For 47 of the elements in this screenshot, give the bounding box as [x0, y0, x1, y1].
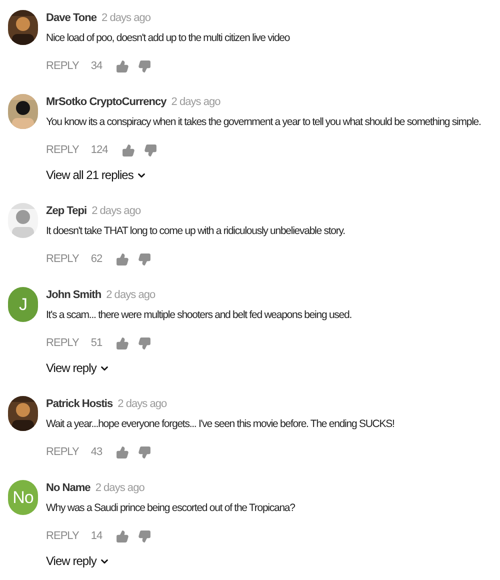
author-name[interactable]: No Name: [46, 480, 90, 496]
author-name[interactable]: Dave Tone: [46, 10, 96, 26]
thumbs-up-icon[interactable]: [116, 446, 130, 458]
avatar: J: [8, 287, 38, 322]
thumbs-up-icon[interactable]: [116, 336, 130, 350]
thumbs-up-icon[interactable]: [122, 144, 135, 156]
like-count: 62: [90, 252, 102, 267]
reply-button[interactable]: REPLY: [46, 250, 79, 268]
reply-button[interactable]: REPLY: [46, 334, 79, 352]
comment-text: It doesn't take THAT long to come up with a ridiculously unbelievable story.: [46, 224, 345, 239]
thumbs-down-icon[interactable]: [138, 336, 152, 350]
author-name[interactable]: Zep Tepi: [46, 203, 87, 220]
like-count: 34: [90, 58, 102, 74]
author-name[interactable]: MrSotko CryptoCurrency: [46, 94, 166, 110]
view-replies-link[interactable]: View reply: [46, 553, 295, 569]
comment-text: You know its a conspiracy when it takes the government a year to tell you what should be something simple.: [46, 115, 481, 130]
comment-text: Nice load of poo, doesn't add up to the multi citizen live video: [46, 31, 290, 46]
avatar: No: [8, 480, 38, 515]
like-count: 124: [90, 142, 108, 158]
thumbs-down-icon[interactable]: [138, 530, 152, 542]
thumbs-down-icon[interactable]: [138, 252, 152, 266]
thumbs-down-icon[interactable]: [138, 446, 152, 458]
like-count: 51: [90, 336, 102, 351]
thumbs-up-icon[interactable]: [116, 530, 130, 542]
thumbs-down-icon[interactable]: [144, 144, 157, 156]
comment-time[interactable]: 2 days ago: [102, 10, 151, 26]
comment-time[interactable]: 2 days ago: [95, 480, 144, 496]
comment-time[interactable]: 2 days ago: [171, 94, 220, 110]
like-count: 43: [90, 444, 102, 460]
like-count: 14: [90, 528, 102, 544]
comment-time[interactable]: 2 days ago: [106, 287, 156, 304]
view-replies-link[interactable]: View all 21 replies: [46, 167, 481, 183]
reply-button[interactable]: REPLY: [46, 444, 79, 460]
reply-button[interactable]: REPLY: [46, 58, 79, 74]
reply-button[interactable]: REPLY: [46, 528, 79, 544]
comment-text: Why was a Saudi prince being escorted out of the Tropicana?: [46, 501, 295, 516]
author-name[interactable]: Patrick Hostis: [46, 396, 113, 412]
thumbs-down-icon[interactable]: [138, 60, 152, 72]
view-replies-link[interactable]: View reply: [46, 360, 352, 376]
author-name[interactable]: John Smith: [46, 287, 102, 304]
comment-time[interactable]: 2 days ago: [92, 203, 141, 220]
comment-text: Wait a year...hope everyone forgets... I've seen this movie before. The ending SUCKS!: [46, 417, 394, 432]
comment-text: It's a scam... there were multiple shooters and belt fed weapons being used.: [46, 308, 352, 323]
comment-time[interactable]: 2 days ago: [118, 396, 167, 412]
thumbs-up-icon[interactable]: [116, 60, 130, 72]
reply-button[interactable]: REPLY: [46, 142, 79, 158]
thumbs-up-icon[interactable]: [116, 252, 130, 266]
